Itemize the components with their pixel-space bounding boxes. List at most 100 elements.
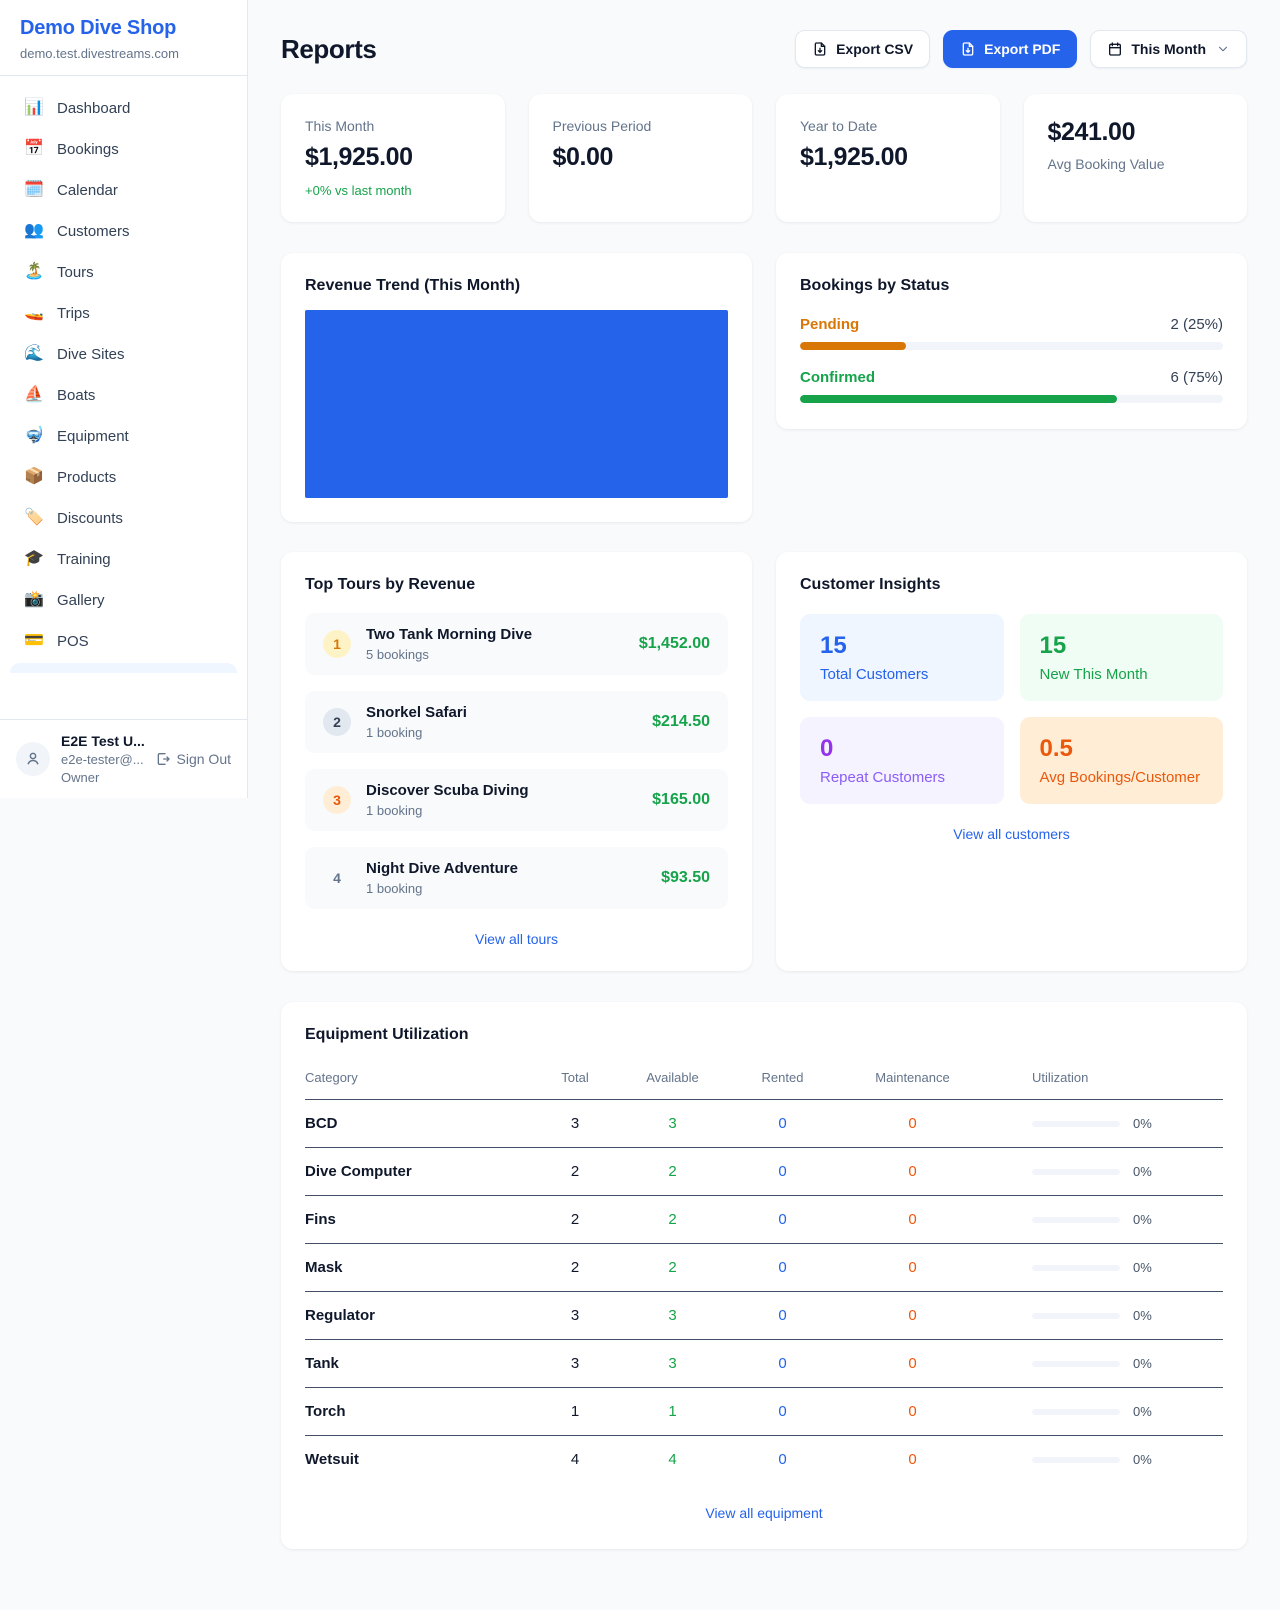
lists-row: Top Tours by Revenue 1 Two Tank Morning … <box>281 552 1247 971</box>
period-dropdown[interactable]: This Month <box>1090 30 1247 68</box>
stat-value: $0.00 <box>553 143 729 172</box>
sidebar-nav: 📊 Dashboard 📅 Bookings 🗓️ Calendar 👥 Cus… <box>0 76 247 661</box>
sidebar-nav-item[interactable]: 🎓 Training <box>14 539 233 579</box>
equipment-total: 3 <box>535 1292 615 1340</box>
brand-block: Demo Dive Shop demo.test.divestreams.com <box>0 0 247 76</box>
stat-label: Previous Period <box>553 118 729 134</box>
view-all-customers-link[interactable]: View all customers <box>800 826 1223 842</box>
sidebar-nav-item[interactable]: 📊 Dashboard <box>14 88 233 128</box>
revenue-trend-title: Revenue Trend (This Month) <box>305 277 728 295</box>
tour-name: Snorkel Safari <box>366 704 467 721</box>
sidebar-nav-item[interactable]: 🌊 Dive Sites <box>14 334 233 374</box>
sidebar-nav-item[interactable]: 📦 Products <box>14 457 233 497</box>
tour-rank-badge: 4 <box>323 864 351 892</box>
insight-tile: 15 Total Customers <box>800 614 1004 701</box>
sidebar-item-label: Boats <box>57 387 95 404</box>
tour-bookings-count: 1 booking <box>366 881 518 896</box>
user-avatar <box>16 742 50 776</box>
tour-rank-badge: 1 <box>323 630 351 658</box>
sidebar-nav-item[interactable]: 🏝️ Tours <box>14 252 233 292</box>
sidebar-item-label: Dashboard <box>57 100 130 117</box>
stat-card-previous-period: Previous Period $0.00 <box>529 94 753 222</box>
sidebar-nav-item[interactable]: 🤿 Equipment <box>14 416 233 456</box>
utilization-percent: 0% <box>1133 1452 1152 1467</box>
page-title: Reports <box>281 34 376 65</box>
sidebar-item-label: Dive Sites <box>57 346 125 363</box>
equipment-table-row: Torch 1 1 0 0 0% <box>305 1388 1223 1436</box>
tour-revenue: $1,452.00 <box>639 635 710 653</box>
view-all-tours-link[interactable]: View all tours <box>305 931 728 947</box>
equipment-maintenance: 0 <box>835 1148 990 1196</box>
equipment-total: 3 <box>535 1340 615 1388</box>
status-row: Pending 2 (25%) <box>800 316 1223 350</box>
customer-insights-card: Customer Insights 15 Total Customers 15 … <box>776 552 1247 971</box>
camera-icon: 📸 <box>24 590 44 610</box>
insight-value: 15 <box>1040 632 1204 660</box>
sign-out-icon <box>155 751 171 767</box>
wave-icon: 🌊 <box>24 344 44 364</box>
stat-label: Year to Date <box>800 118 976 134</box>
tour-name: Discover Scuba Diving <box>366 782 529 799</box>
equipment-maintenance: 0 <box>835 1196 990 1244</box>
equipment-total: 2 <box>535 1148 615 1196</box>
sidebar-nav-item[interactable]: 📅 Bookings <box>14 129 233 169</box>
stat-card-year-to-date: Year to Date $1,925.00 <box>776 94 1000 222</box>
equipment-available: 3 <box>615 1292 730 1340</box>
sidebar-nav-item[interactable]: 🚤 Trips <box>14 293 233 333</box>
header-actions: Export CSV Export PDF This Month <box>795 30 1247 68</box>
utilization-bar <box>1032 1169 1120 1175</box>
utilization-bar <box>1032 1265 1120 1271</box>
sidebar-nav-item[interactable]: ⛵ Boats <box>14 375 233 415</box>
charts-row: Revenue Trend (This Month) Bookings by S… <box>281 253 1247 522</box>
equipment-category: Torch <box>305 1388 535 1436</box>
equipment-rented: 0 <box>730 1388 835 1436</box>
tour-name: Night Dive Adventure <box>366 860 518 877</box>
sidebar-nav-item[interactable]: 🏷️ Discounts <box>14 498 233 538</box>
status-bar-track <box>800 395 1223 403</box>
spiral-calendar-icon: 🗓️ <box>24 180 44 200</box>
sidebar-item-label: Calendar <box>57 182 118 199</box>
equipment-available: 2 <box>615 1196 730 1244</box>
equipment-table-row: BCD 3 3 0 0 0% <box>305 1100 1223 1148</box>
tour-rank-badge: 3 <box>323 786 351 814</box>
equipment-table-row: Mask 2 2 0 0 0% <box>305 1244 1223 1292</box>
user-email: e2e-tester@... <box>61 752 144 767</box>
sidebar-item-reports-active-partial[interactable] <box>10 663 237 673</box>
sidebar-item-label: Bookings <box>57 141 119 158</box>
equipment-maintenance: 0 <box>835 1244 990 1292</box>
equipment-rented: 0 <box>730 1244 835 1292</box>
equipment-category: Tank <box>305 1340 535 1388</box>
export-pdf-button[interactable]: Export PDF <box>943 30 1077 68</box>
insight-label: Total Customers <box>820 666 984 683</box>
brand-name: Demo Dive Shop <box>20 17 227 40</box>
equipment-utilization-card: Equipment Utilization Category Total Ava… <box>281 1002 1247 1549</box>
insight-value: 0.5 <box>1040 735 1204 763</box>
utilization-percent: 0% <box>1133 1164 1152 1179</box>
export-csv-label: Export CSV <box>836 41 913 57</box>
user-name: E2E Test U... <box>61 733 144 749</box>
sidebar-nav-item[interactable]: 📸 Gallery <box>14 580 233 620</box>
col-total: Total <box>535 1060 615 1100</box>
equipment-table: Category Total Available Rented Maintena… <box>305 1060 1223 1483</box>
tour-list-item: 2 Snorkel Safari 1 booking $214.50 <box>305 691 728 753</box>
tour-revenue: $214.50 <box>652 713 710 731</box>
equipment-rented: 0 <box>730 1100 835 1148</box>
sidebar-nav-item[interactable]: 👥 Customers <box>14 211 233 251</box>
sidebar-nav-item[interactable]: 🗓️ Calendar <box>14 170 233 210</box>
sign-out-button[interactable]: Sign Out <box>155 751 231 767</box>
export-csv-button[interactable]: Export CSV <box>795 30 930 68</box>
equipment-category: Fins <box>305 1196 535 1244</box>
page-header: Reports Export CSV Export PDF This Month <box>281 30 1247 68</box>
file-download-icon <box>812 41 828 57</box>
utilization-percent: 0% <box>1133 1308 1152 1323</box>
sidebar-nav-item[interactable]: 💳 POS <box>14 621 233 661</box>
insight-tile: 15 New This Month <box>1020 614 1224 701</box>
equipment-rented: 0 <box>730 1292 835 1340</box>
chevron-down-icon <box>1216 42 1230 56</box>
equipment-category: Dive Computer <box>305 1148 535 1196</box>
view-all-equipment-link[interactable]: View all equipment <box>305 1505 1223 1521</box>
equipment-rented: 0 <box>730 1340 835 1388</box>
equipment-available: 3 <box>615 1100 730 1148</box>
tour-rank-badge: 2 <box>323 708 351 736</box>
tour-bookings-count: 1 booking <box>366 803 529 818</box>
